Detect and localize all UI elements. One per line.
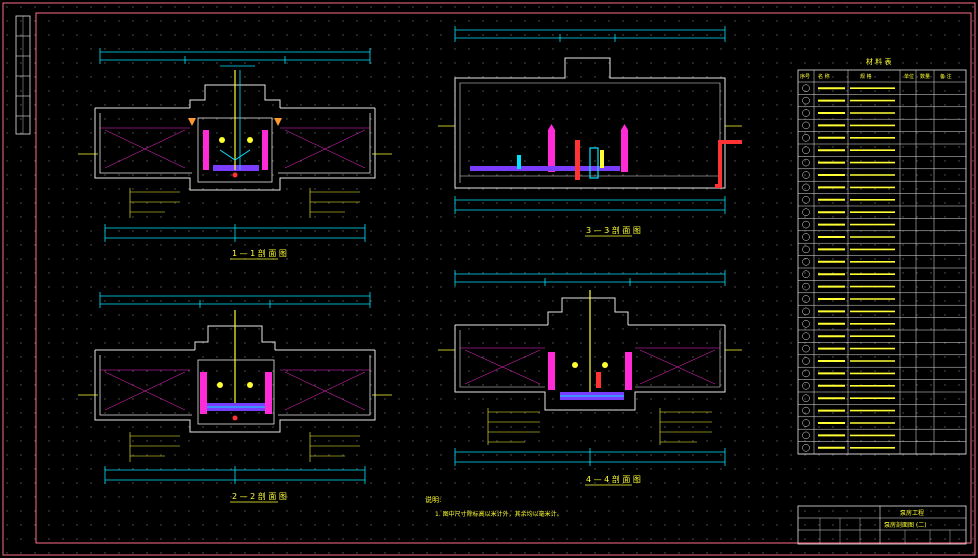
section-3-title: 3 — 3 剖 面 图 — [586, 225, 641, 235]
table-title: 材 料 表 — [866, 57, 891, 66]
table-header-remark: 备 注 — [940, 73, 952, 80]
notes-heading: 说明: — [425, 495, 441, 504]
table-header-name: 名 称 — [818, 73, 830, 80]
table-header-no: 序号 — [800, 73, 810, 80]
table-header-unit: 单位 — [904, 73, 914, 80]
title-block-project: 泵房工程 — [900, 509, 924, 517]
cad-drawing: 1 — 1 剖 面 图 2 — 2 剖 面 图 3 — 3 剖 面 图 4 — … — [0, 0, 978, 558]
cad-drawing-canvas: 1 — 1 剖 面 图 2 — 2 剖 面 图 3 — 3 剖 面 图 4 — … — [0, 0, 978, 558]
table-header-qty: 数量 — [920, 73, 930, 80]
table-header-spec: 规 格 — [860, 73, 872, 80]
title-block-drawing-name: 泵房剖面图 (二) — [884, 521, 927, 529]
section-2-title: 2 — 2 剖 面 图 — [232, 491, 287, 501]
notes-line-1: 1. 图中尺寸除标高以米计外，其余均以毫米计。 — [435, 510, 563, 518]
section-4-title: 4 — 4 剖 面 图 — [586, 474, 641, 484]
section-1-title: 1 — 1 剖 面 图 — [232, 248, 287, 258]
